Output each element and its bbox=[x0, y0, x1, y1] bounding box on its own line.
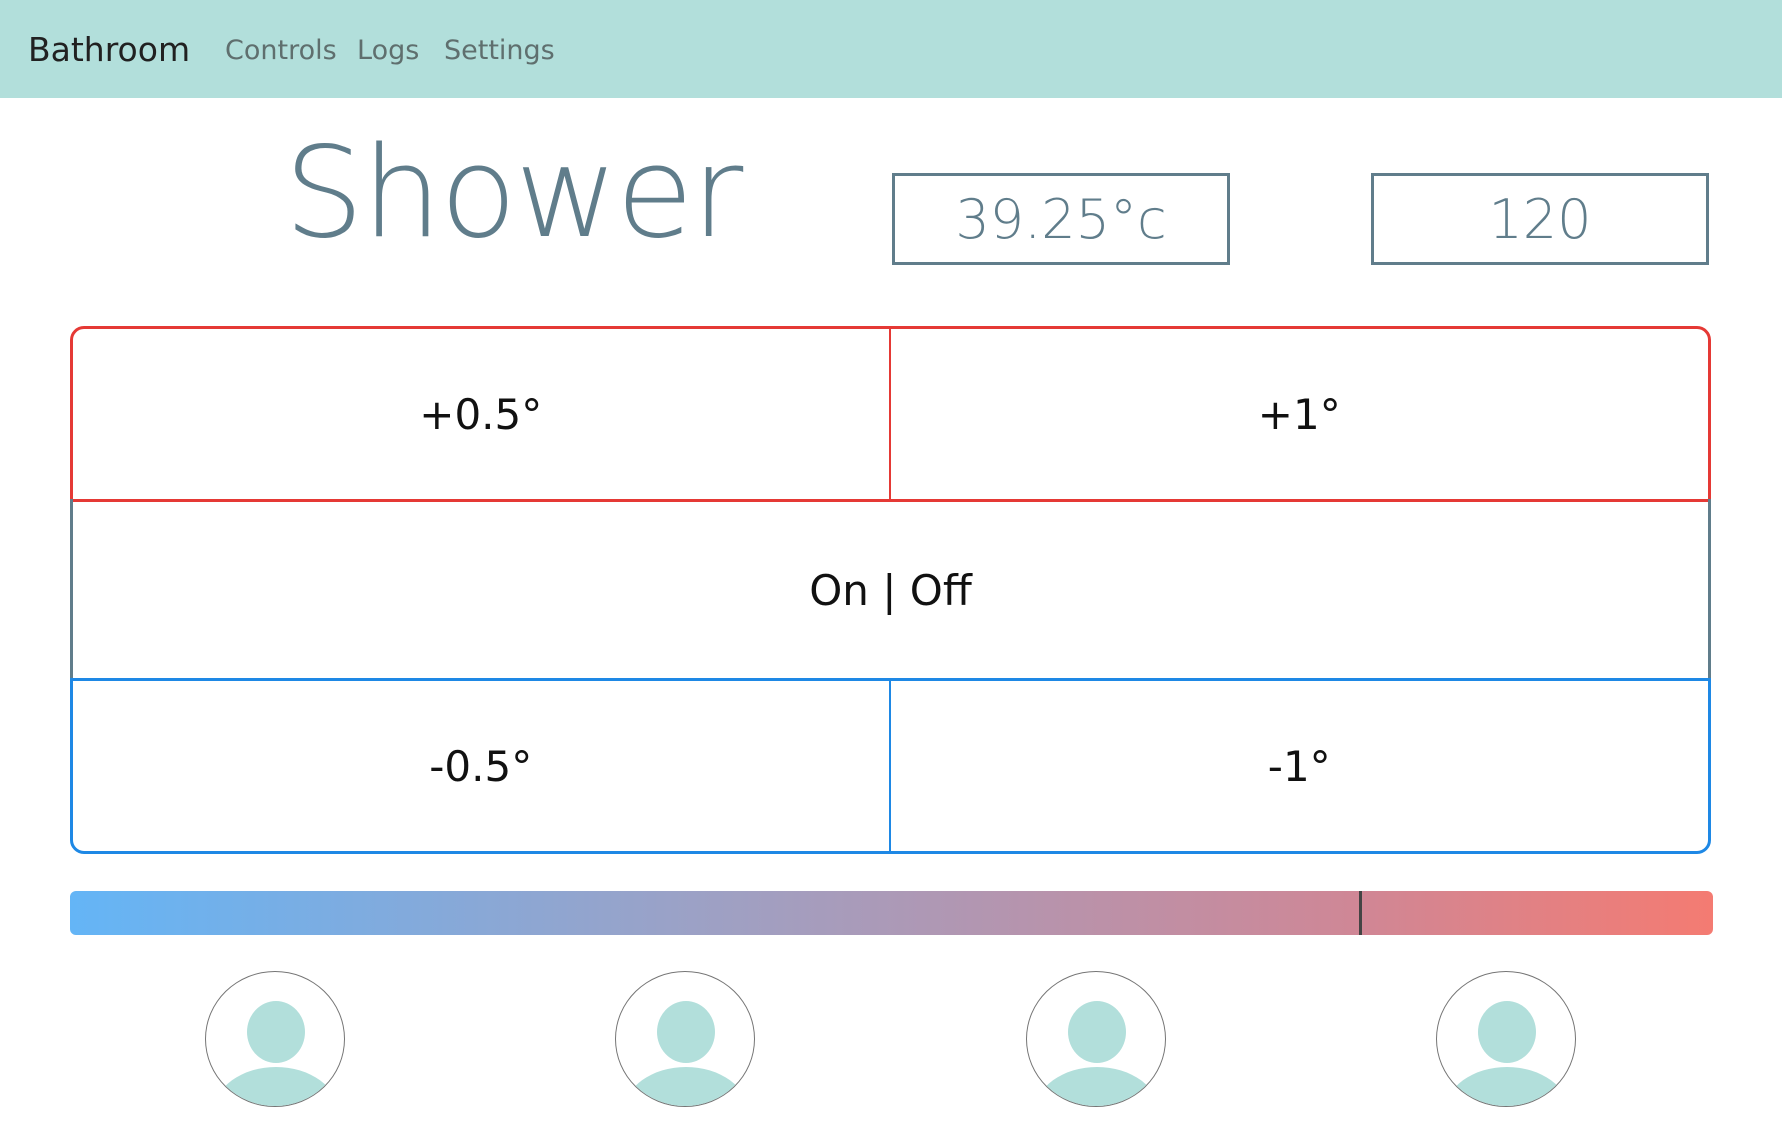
power-row: On | Off bbox=[70, 499, 1711, 682]
user-avatar-4[interactable] bbox=[1436, 971, 1576, 1107]
decrease-half-degree-button[interactable]: -0.5° bbox=[73, 681, 891, 851]
brand-link[interactable]: Bathroom bbox=[28, 30, 190, 70]
decrease-one-degree-button[interactable]: -1° bbox=[891, 681, 1709, 851]
temperature-slider[interactable] bbox=[70, 891, 1713, 935]
user-avatar-icon bbox=[214, 1001, 338, 1106]
decrease-row: -0.5° -1° bbox=[70, 678, 1711, 854]
user-avatar-1[interactable] bbox=[205, 971, 345, 1107]
user-avatar-icon bbox=[1035, 1001, 1159, 1106]
top-navbar: Bathroom Controls Logs Settings bbox=[0, 0, 1782, 98]
secondary-readout: 120 bbox=[1371, 173, 1709, 265]
power-toggle-button[interactable]: On | Off bbox=[73, 499, 1708, 682]
user-avatar-icon bbox=[1445, 1001, 1569, 1106]
nav-link-settings[interactable]: Settings bbox=[444, 34, 555, 68]
nav-link-logs[interactable]: Logs bbox=[357, 34, 419, 68]
user-avatar-3[interactable] bbox=[1026, 971, 1166, 1107]
user-avatar-icon bbox=[624, 1001, 748, 1106]
increase-half-degree-button[interactable]: +0.5° bbox=[73, 329, 891, 499]
increase-row: +0.5° +1° bbox=[70, 326, 1711, 502]
temperature-control-grid: +0.5° +1° On | Off -0.5° -1° bbox=[70, 326, 1711, 854]
device-title: Shower bbox=[284, 119, 743, 266]
nav-link-controls[interactable]: Controls bbox=[225, 34, 337, 68]
slider-thumb[interactable] bbox=[1358, 891, 1362, 935]
temperature-readout: 39.25°c bbox=[892, 173, 1230, 265]
user-avatar-2[interactable] bbox=[615, 971, 755, 1107]
increase-one-degree-button[interactable]: +1° bbox=[891, 329, 1709, 499]
